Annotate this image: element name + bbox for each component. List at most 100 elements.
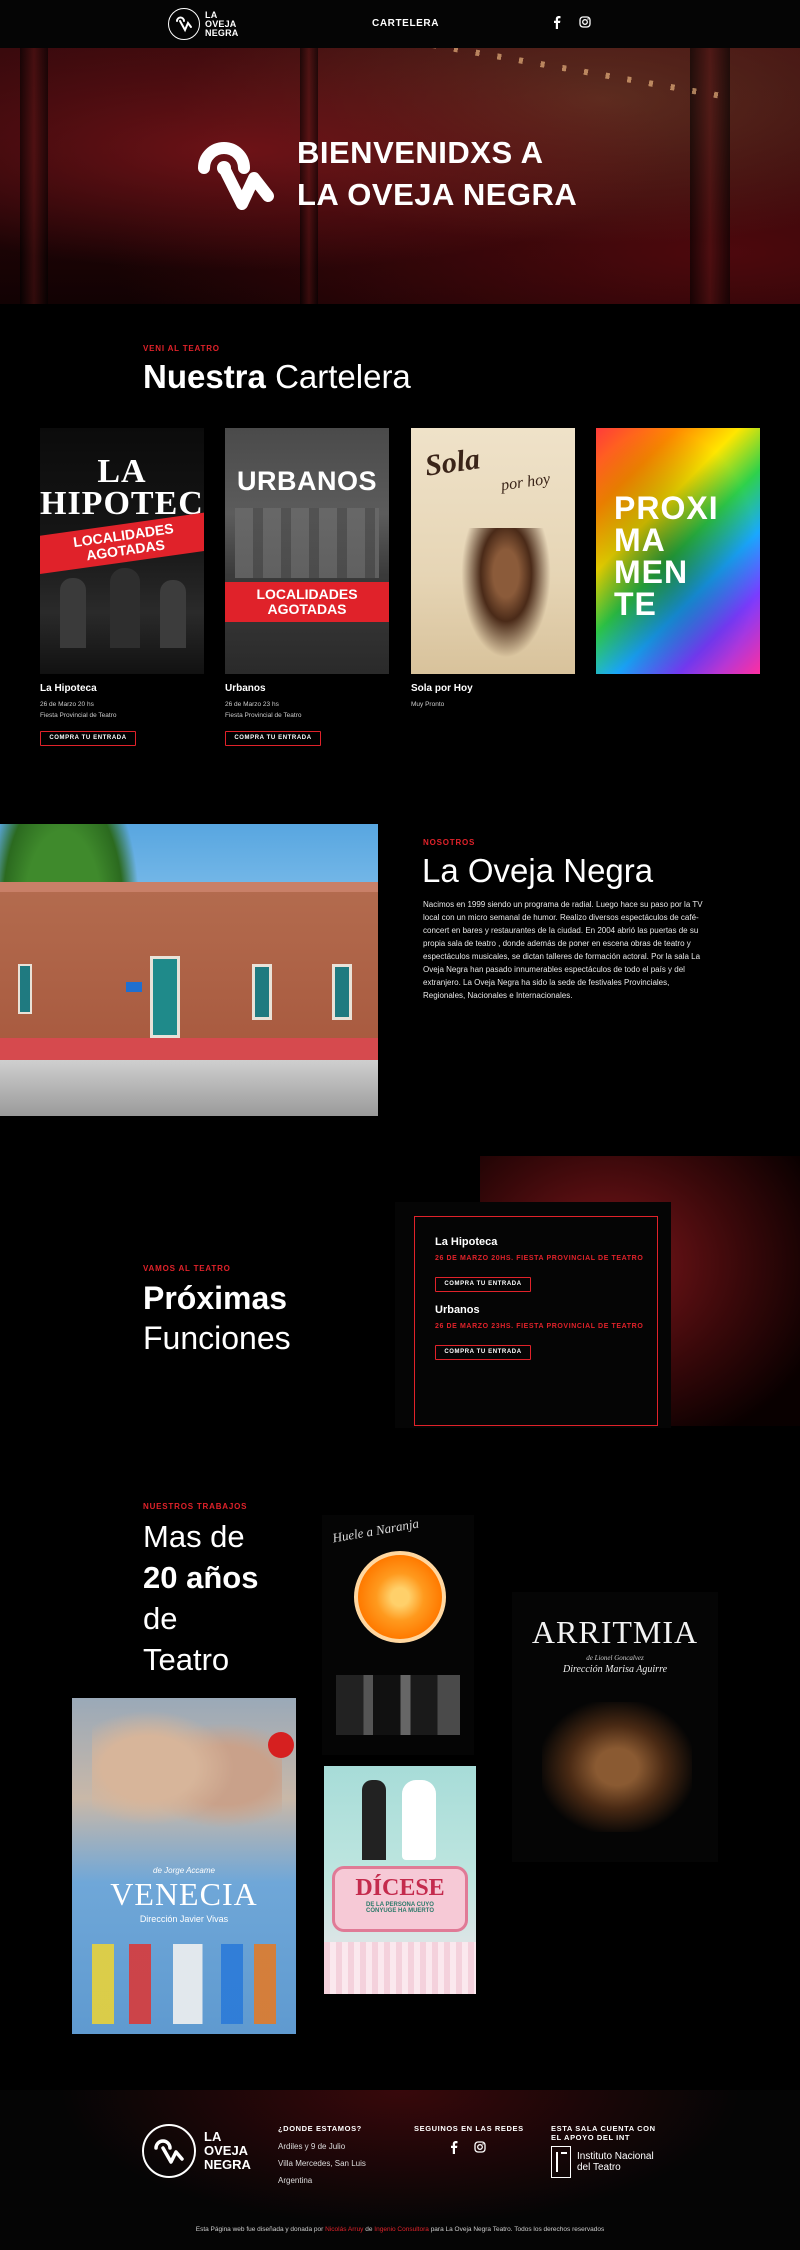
top-navbar: LA OVEJA NEGRA CARTELERA bbox=[0, 0, 800, 48]
instagram-icon[interactable] bbox=[578, 15, 592, 29]
int-line: Instituto Nacional bbox=[577, 2151, 654, 2162]
sheep-logo-icon bbox=[142, 2124, 196, 2178]
cartelera-title: Nuestra Cartelera bbox=[143, 358, 411, 396]
orange-slice-illustration bbox=[354, 1551, 446, 1643]
work-director: Dirección Marisa Aguirre bbox=[562, 1664, 668, 1675]
work-title: VENECIA bbox=[110, 1876, 258, 1912]
social-links bbox=[550, 15, 592, 29]
buy-ticket-button[interactable]: COMPRA TU ENTRADA bbox=[40, 731, 136, 746]
poster-la-hipoteca[interactable]: LA HIPOTECA LOCALIDADES AGOTADAS bbox=[40, 428, 204, 674]
poster-urbanos[interactable]: URBANOS LOCALIDADES AGOTADAS bbox=[225, 428, 389, 674]
poster-sola-por-hoy[interactable]: Sola por hoy bbox=[411, 428, 575, 674]
card-name: Sola por Hoy bbox=[411, 683, 473, 694]
cast-photo bbox=[235, 508, 379, 578]
instagram-icon[interactable] bbox=[473, 2140, 487, 2154]
poster-line: TE bbox=[614, 586, 657, 622]
facebook-icon[interactable] bbox=[447, 2140, 461, 2154]
poster-title: LA HIPOTECA bbox=[40, 453, 204, 521]
facebook-icon[interactable] bbox=[550, 15, 564, 29]
poster-line: PROXI bbox=[614, 490, 719, 526]
work-title: ARRITMIA bbox=[531, 1614, 699, 1650]
address-line: Villa Mercedes, San Luis bbox=[278, 2159, 366, 2168]
cartelera-eyebrow: VENI AL TEATRO bbox=[143, 344, 220, 353]
heading-line: EL APOYO DEL INT bbox=[551, 2133, 631, 2142]
poster-title: PROXI MA MEN TE bbox=[614, 492, 719, 620]
work-huele-a-naranja[interactable]: Huele a Naranja bbox=[322, 1515, 474, 1755]
int-logo[interactable]: Instituto Nacional del Teatro bbox=[551, 2146, 654, 2178]
card-date: 26 de Marzo 20 hs bbox=[40, 701, 94, 708]
brand-line: LA bbox=[204, 2129, 222, 2144]
cornice bbox=[0, 882, 378, 892]
card-info: 26 de Marzo 20 hs Fiesta Provincial de T… bbox=[40, 699, 116, 721]
int-emblem-icon bbox=[551, 2146, 571, 2178]
title-light: Cartelera bbox=[275, 358, 411, 395]
credits-text: Esta Página web fue diseñada y donada po… bbox=[195, 2226, 324, 2233]
actor-figure bbox=[110, 568, 140, 648]
poster-line: MA bbox=[614, 522, 666, 558]
nosotros-title: La Oveja Negra bbox=[422, 852, 654, 889]
teal-door bbox=[150, 956, 180, 1038]
street-sign bbox=[126, 982, 142, 992]
address-line: Argentina bbox=[278, 2176, 313, 2185]
card-venue: Fiesta Provincial de Teatro bbox=[40, 712, 117, 719]
badge-line: AGOTADAS bbox=[267, 601, 347, 617]
teal-window bbox=[18, 964, 32, 1014]
footer-location-heading: ¿DONDE ESTAMOS? bbox=[278, 2124, 362, 2133]
hero-title: BIENVENIDXS A LA OVEJA NEGRA bbox=[297, 132, 577, 216]
title-line: Mas de bbox=[143, 1519, 245, 1554]
poster-title: Sola bbox=[422, 442, 482, 483]
function-date: 26 DE MARZO 20HS. FIESTA PROVINCIAL DE T… bbox=[435, 1255, 644, 1262]
card-name: La Hipoteca bbox=[40, 683, 97, 694]
theater-column-decoration bbox=[690, 48, 730, 304]
striped-footer bbox=[324, 1942, 476, 1994]
poster-proximamente[interactable]: PROXI MA MEN TE bbox=[596, 428, 760, 674]
cast-figures bbox=[92, 1944, 276, 2024]
footer-int-heading: ESTA SALA CUENTA CON EL APOYO DEL INT bbox=[551, 2124, 656, 2142]
footer-credits: Esta Página web fue diseñada y donada po… bbox=[0, 2226, 800, 2233]
function-name: La Hipoteca bbox=[435, 1236, 498, 1248]
title-line: Teatro bbox=[143, 1642, 230, 1677]
hero-banner: BIENVENIDXS A LA OVEJA NEGRA bbox=[0, 48, 800, 304]
function-name: Urbanos bbox=[435, 1304, 480, 1316]
nav-link-cartelera[interactable]: CARTELERA bbox=[372, 18, 439, 29]
actor-figure bbox=[60, 578, 86, 648]
nosotros-description: Nacimos en 1999 siendo un programa de ra… bbox=[423, 900, 703, 1000]
brand-name: LA OVEJA NEGRA bbox=[205, 10, 239, 38]
proximas-eyebrow: VAMOS AL TEATRO bbox=[143, 1264, 231, 1273]
buy-ticket-button[interactable]: COMPRA TU ENTRADA bbox=[435, 1345, 531, 1360]
card-date: 26 de Marzo 23 hs bbox=[225, 701, 279, 708]
work-dicese[interactable]: DÍCESE DE LA PERSONA CUYO CÓNYUGE HA MUE… bbox=[324, 1766, 476, 1994]
work-author: de Jorge Accame bbox=[153, 1866, 215, 1875]
work-director: Dirección Javier Vivas bbox=[139, 1914, 229, 1924]
heading-line: ESTA SALA CUENTA CON bbox=[551, 2124, 656, 2133]
actors-portrait bbox=[92, 1708, 282, 1858]
work-venecia[interactable]: de Jorge Accame VENECIA Dirección Javier… bbox=[72, 1698, 296, 2034]
hero-title-line: BIENVENIDXS A bbox=[297, 135, 544, 170]
work-author: de Lionel Goncalvez bbox=[586, 1654, 644, 1662]
buy-ticket-button[interactable]: COMPRA TU ENTRADA bbox=[435, 1277, 531, 1292]
poster-title-line: LA bbox=[97, 453, 147, 490]
teal-window bbox=[252, 964, 272, 1020]
brand-name: LA OVEJA NEGRA bbox=[204, 2130, 251, 2172]
brick-facade bbox=[0, 890, 378, 1050]
brand-line: NEGRA bbox=[204, 2157, 251, 2172]
proximas-title: Próximas Funciones bbox=[143, 1278, 291, 1358]
credits-link[interactable]: Nicolás Arruy bbox=[325, 2226, 363, 2233]
woman-illustration bbox=[461, 528, 551, 658]
work-title: Huele a Naranja bbox=[331, 1515, 420, 1546]
sold-out-badge: LOCALIDADES AGOTADAS bbox=[225, 582, 389, 622]
card-info: Muy Pronto bbox=[411, 701, 445, 708]
trabajos-eyebrow: NUESTROS TRABAJOS bbox=[143, 1502, 248, 1511]
buy-ticket-button[interactable]: COMPRA TU ENTRADA bbox=[225, 731, 321, 746]
brand-logo[interactable]: LA OVEJA NEGRA bbox=[168, 8, 239, 40]
poster-subtitle: por hoy bbox=[499, 470, 552, 495]
footer-brand-logo[interactable]: LA OVEJA NEGRA bbox=[142, 2124, 251, 2178]
card-name: Urbanos bbox=[225, 683, 266, 694]
work-arritmia[interactable]: ARRITMIA de Lionel Goncalvez Dirección M… bbox=[512, 1592, 718, 1862]
title-line: de bbox=[143, 1601, 178, 1636]
card-info: 26 de Marzo 23 hs Fiesta Provincial de T… bbox=[225, 699, 301, 721]
function-date: 26 DE MARZO 23HS. FIESTA PROVINCIAL DE T… bbox=[435, 1323, 644, 1330]
red-flower bbox=[268, 1732, 294, 1758]
title-plaque: DÍCESE DE LA PERSONA CUYO CÓNYUGE HA MUE… bbox=[332, 1866, 468, 1932]
credits-link[interactable]: Ingenio Consultora bbox=[374, 2226, 429, 2233]
